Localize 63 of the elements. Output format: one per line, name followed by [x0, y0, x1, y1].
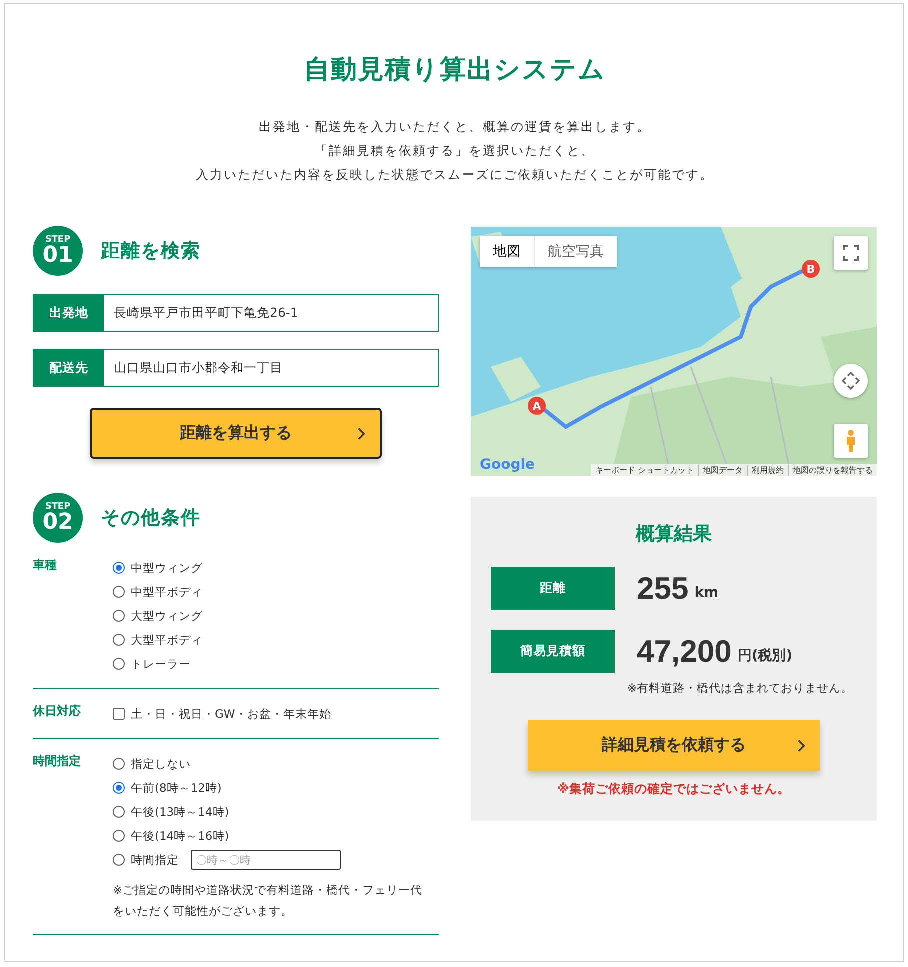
group-label: 休日対応 — [33, 703, 82, 720]
map-type-tab[interactable]: 航空写真 — [535, 236, 617, 267]
result-label: 距離 — [491, 567, 615, 610]
map-logo: Google — [480, 457, 536, 473]
option-label: 指定しない — [131, 756, 191, 772]
chevron-icon — [797, 738, 806, 752]
fullscreen-icon — [843, 245, 859, 261]
fullscreen-button[interactable] — [834, 236, 868, 270]
radio-button[interactable] — [113, 806, 125, 818]
radio-button[interactable] — [113, 830, 125, 842]
radio-button[interactable] — [113, 586, 125, 598]
option-label: 大型平ボディ — [131, 632, 203, 648]
chevron-icon — [357, 426, 366, 440]
result-value: 255 — [637, 570, 689, 606]
note-text: ※有料道路・橋代は含まれておりません。 — [627, 681, 854, 696]
option-label: 土・日・祝日・GW・お盆・年末年始 — [131, 706, 332, 722]
intro-text: 出発地・配送先を入力いただくと、概算の運賃を算出します。 — [258, 118, 652, 136]
request-button[interactable]: 詳細見積を依頼する — [528, 720, 820, 771]
pan-icon — [841, 371, 861, 391]
result-label: 簡易見積額 — [491, 630, 615, 673]
calculate-button[interactable]: 距離を算出する — [90, 408, 382, 459]
map-footer-link[interactable]: 地図の誤りを報告する — [788, 464, 877, 476]
intro-text: 入力いただいた内容を反映した状態でスムーズにご依頼いただくことが可能です。 — [195, 166, 715, 184]
option-label: 午後(13時～14時) — [131, 804, 230, 820]
field-label: 配送先 — [34, 350, 104, 386]
map-type-tab[interactable]: 地図 — [480, 236, 535, 267]
field-label: 出発地 — [34, 295, 104, 331]
radio-button[interactable] — [113, 782, 125, 794]
map-footer-link[interactable]: 地図データ — [698, 464, 747, 476]
note-text: ※ご指定の時間や道路状況で有料道路・橋代・フェリー代をいただく可能性がございます。 — [113, 882, 424, 920]
radio-button[interactable] — [113, 562, 125, 574]
group-label: 時間指定 — [33, 753, 82, 770]
step-badge: STEP 01 — [33, 226, 83, 276]
radio-button[interactable] — [113, 758, 125, 770]
result-unit: 円(税別) — [738, 646, 793, 664]
map-footer-link[interactable]: 利用規約 — [747, 464, 788, 476]
checkbox[interactable] — [113, 708, 125, 720]
result-unit: km — [694, 584, 719, 600]
result-heading: 概算結果 — [636, 522, 712, 547]
group-label: 車種 — [33, 557, 58, 574]
option-label: 中型ウィング — [131, 560, 203, 576]
option-label: 大型ウィング — [131, 608, 203, 624]
radio-button[interactable] — [113, 634, 125, 646]
address-field[interactable]: 出発地 長崎県平戸市田平町下亀免26-1 — [33, 294, 439, 332]
option-label: 中型平ボディ — [131, 584, 203, 600]
radio-button[interactable] — [113, 658, 125, 670]
time-input[interactable]: 〇時～〇時 — [191, 850, 341, 870]
option-label: トレーラー — [131, 656, 191, 672]
option-label: 午後(14時～16時) — [131, 828, 230, 844]
page-title: 自動見積り算出システム — [303, 54, 607, 87]
person-icon — [845, 429, 857, 453]
option-label: 時間指定 — [131, 852, 179, 868]
step-heading: 距離を検索 — [101, 239, 201, 264]
address-field[interactable]: 配送先 山口県山口市小郡令和一丁目 — [33, 349, 439, 387]
result-value: 47,200 — [637, 634, 732, 670]
step-heading: その他条件 — [101, 506, 201, 531]
radio-button[interactable] — [113, 610, 125, 622]
step-badge: STEP 02 — [33, 493, 83, 543]
intro-text: 「詳細見積を依頼する」を選択いただくと、 — [314, 142, 596, 160]
radio-button[interactable] — [113, 854, 125, 866]
map-footer-link[interactable]: キーボード ショートカット — [591, 464, 698, 476]
warning-text: ※集荷ご依頼の確定ではございません。 — [557, 781, 791, 798]
option-label: 午前(8時～12時) — [131, 780, 222, 796]
